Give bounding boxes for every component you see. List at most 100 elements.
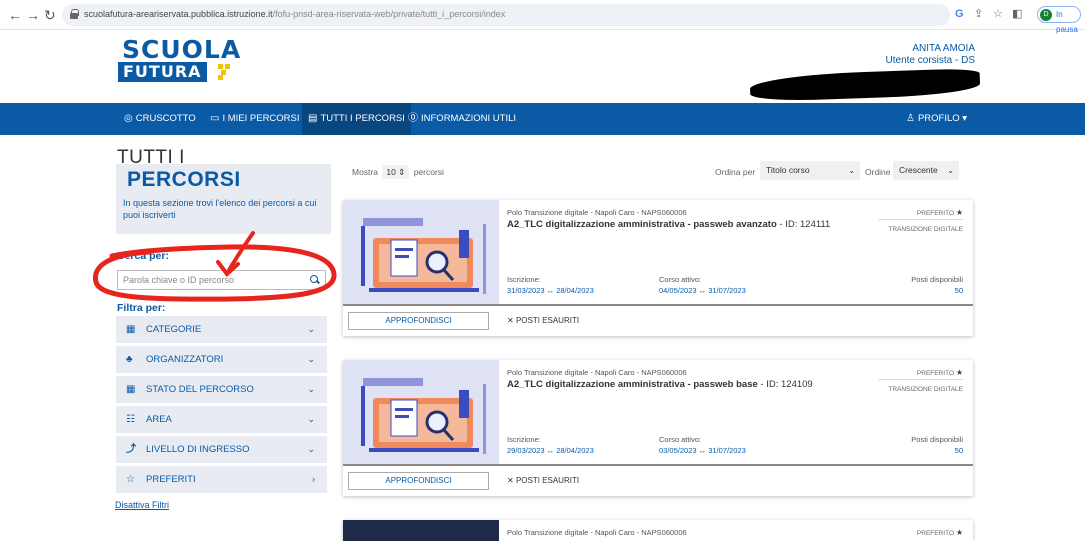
logo-top-text: SCUOLA xyxy=(122,35,242,64)
nav-informazioni-utili[interactable]: ⓪ INFORMAZIONI UTILI xyxy=(408,103,516,135)
card-category-tag: TRANSIZIONE DIGITALE xyxy=(878,219,963,233)
posti-label: Posti disponibili xyxy=(911,435,963,444)
filter-categorie[interactable]: ▦ CATEGORIE ⌄ xyxy=(116,316,327,343)
card-divider xyxy=(343,464,973,466)
user-icon: ♙ xyxy=(906,113,915,124)
profile-pause-button[interactable]: D In pausa xyxy=(1037,6,1081,34)
sort-by-label: Ordina per xyxy=(715,167,756,177)
filter-livello-ingresso[interactable]: ⤴ LIVELLO DI INGRESSO ⌄ xyxy=(116,436,327,463)
order-label: Ordine xyxy=(865,167,891,177)
card-organizer: Polo Transizione digitale - Napoli Caro … xyxy=(507,528,687,537)
browser-toolbar: ← → ↻ scuolafutura-areariservata.pubblic… xyxy=(0,0,1085,34)
approfondisci-button[interactable]: APPROFONDISCI xyxy=(348,472,489,490)
lock-icon xyxy=(70,9,79,20)
corso-attivo-dates: 03/05/2023 ↔ 31/07/2023 xyxy=(659,446,746,455)
posti-esauriti-status: ✕ POSTI ESAURITI xyxy=(507,476,580,485)
mostra-label: Mostra xyxy=(352,167,378,177)
card-title[interactable]: A2_TLC digitalizzazione amministrativa -… xyxy=(507,218,867,231)
star-icon: ★ xyxy=(955,528,963,537)
chevron-down-icon: ⌄ xyxy=(307,384,315,394)
grid-icon: ▦ xyxy=(126,384,136,395)
iscrizione-label: Iscrizione: xyxy=(507,275,541,284)
search-icon[interactable] xyxy=(310,275,319,284)
course-card: Polo Transizione digitale - Napoli Caro … xyxy=(343,200,973,336)
nav-tutti-percorsi[interactable]: ▤ TUTTI I PERCORSI xyxy=(302,103,411,135)
filter-item-label: STATO DEL PERCORSO xyxy=(146,384,254,395)
monitor-icon: ▭ xyxy=(210,113,220,124)
percorsi-label: percorsi xyxy=(413,167,444,177)
iscrizione-dates: 31/03/2023 ↔ 28/04/2023 xyxy=(507,286,594,295)
main-navigation: ◎ CRUSCOTTO ▭ I MIEI PERCORSI ▤ TUTTI I PER… xyxy=(0,103,1085,135)
nav-miei-percorsi[interactable]: ▭ I MIEI PERCORSI xyxy=(210,103,300,135)
filter-preferiti[interactable]: ☆ PREFERITI › xyxy=(116,466,327,493)
page-title-line2: PERCORSI xyxy=(127,168,241,191)
back-arrow-icon[interactable]: ← xyxy=(8,6,22,24)
pause-label: In pausa xyxy=(1056,10,1078,34)
corso-attivo-dates: 04/05/2023 ↔ 31/07/2023 xyxy=(659,286,746,295)
page-size-control: Mostra 10 ⇕ percorsi xyxy=(352,165,444,179)
star-icon: ☆ xyxy=(126,474,135,485)
sidepanel-icon[interactable]: ◧ xyxy=(1012,7,1022,21)
star-icon: ★ xyxy=(955,208,963,217)
order-select[interactable]: Crescente ⌄ xyxy=(893,161,959,180)
card-divider xyxy=(343,304,973,306)
nav-cruscotto[interactable]: ◎ CRUSCOTTO xyxy=(124,103,196,135)
sort-by-select[interactable]: Titolo corso ⌄ xyxy=(760,161,860,180)
level-icon: ⤴ xyxy=(126,444,136,455)
reload-icon[interactable]: ↻ xyxy=(44,6,56,24)
card-organizer: Polo Transizione digitale - Napoli Caro … xyxy=(507,368,687,377)
help-icon: ⓪ xyxy=(408,113,418,124)
chevron-right-icon: › xyxy=(312,474,315,484)
forward-arrow-icon[interactable]: → xyxy=(26,6,40,24)
filter-item-label: CATEGORIE xyxy=(146,324,202,335)
logo-dots-icon xyxy=(218,64,232,80)
url-text: scuolafutura-areariservata.pubblica.istr… xyxy=(84,9,506,19)
card-organizer: Polo Transizione digitale - Napoli Caro … xyxy=(507,208,687,217)
course-illustration xyxy=(343,520,499,541)
favorite-toggle[interactable]: PREFERITO ★ xyxy=(917,528,963,537)
bookmark-star-icon[interactable]: ☆ xyxy=(993,7,1003,21)
list-icon: ▤ xyxy=(308,113,318,124)
course-illustration xyxy=(343,360,499,464)
filter-item-label: LIVELLO DI INGRESSO xyxy=(146,444,250,455)
intro-box: PERCORSI In questa sezione trovi l'elenc… xyxy=(116,164,331,234)
search-input[interactable] xyxy=(123,271,303,289)
page-size-select[interactable]: 10 ⇕ xyxy=(382,165,410,179)
chevron-down-icon: ⌄ xyxy=(307,444,315,454)
filter-area[interactable]: ☷ AREA ⌄ xyxy=(116,406,327,433)
posti-value: 50 xyxy=(954,286,963,295)
chevron-down-icon: ⌄ xyxy=(307,354,315,364)
dashboard-icon: ◎ xyxy=(124,113,133,124)
corso-attivo-label: Corso attivo: xyxy=(659,275,702,284)
course-card: Polo Transizione digitale - Napoli Caro … xyxy=(343,360,973,496)
nav-profilo[interactable]: ♙ PROFILO ▾ xyxy=(906,103,967,135)
iscrizione-label: Iscrizione: xyxy=(507,435,541,444)
favorite-toggle[interactable]: PREFERITO ★ xyxy=(917,208,963,217)
close-icon: ✕ xyxy=(507,476,516,485)
search-label: Cerca per: xyxy=(117,250,169,262)
posti-label: Posti disponibili xyxy=(911,275,963,284)
logo-bottom-text: FUTURA xyxy=(118,62,207,82)
posti-esauriti-status: ✕ POSTI ESAURITI xyxy=(507,316,580,325)
disattiva-filtri-link[interactable]: Disattiva Filtri xyxy=(115,500,169,510)
approfondisci-button[interactable]: APPROFONDISCI xyxy=(348,312,489,330)
favorite-toggle[interactable]: PREFERITO ★ xyxy=(917,368,963,377)
iscrizione-dates: 29/03/2023 ↔ 28/04/2023 xyxy=(507,446,594,455)
address-bar[interactable]: scuolafutura-areariservata.pubblica.istr… xyxy=(62,4,950,26)
user-role: Utente corsista - DS xyxy=(885,55,975,66)
share-icon[interactable]: ⇪ xyxy=(974,7,983,21)
card-category-tag: TRANSIZIONE DIGITALE xyxy=(878,379,963,393)
list-icon: ☷ xyxy=(126,414,135,425)
card-title[interactable]: A2_TLC digitalizzazione amministrativa -… xyxy=(507,378,867,391)
filter-stato-percorso[interactable]: ▦ STATO DEL PERCORSO ⌄ xyxy=(116,376,327,403)
google-icon[interactable]: G xyxy=(955,7,964,21)
course-illustration xyxy=(343,200,499,304)
star-icon: ★ xyxy=(955,368,963,377)
close-icon: ✕ xyxy=(507,316,516,325)
filter-item-label: PREFERITI xyxy=(146,474,196,485)
intro-text: In questa sezione trovi l'elenco dei per… xyxy=(123,198,317,220)
redaction-mark xyxy=(749,67,981,103)
scuola-futura-logo[interactable]: SCUOLA FUTURA xyxy=(118,37,240,83)
search-box xyxy=(117,270,326,290)
filter-organizzatori[interactable]: ♣ ORGANIZZATORI ⌄ xyxy=(116,346,327,373)
